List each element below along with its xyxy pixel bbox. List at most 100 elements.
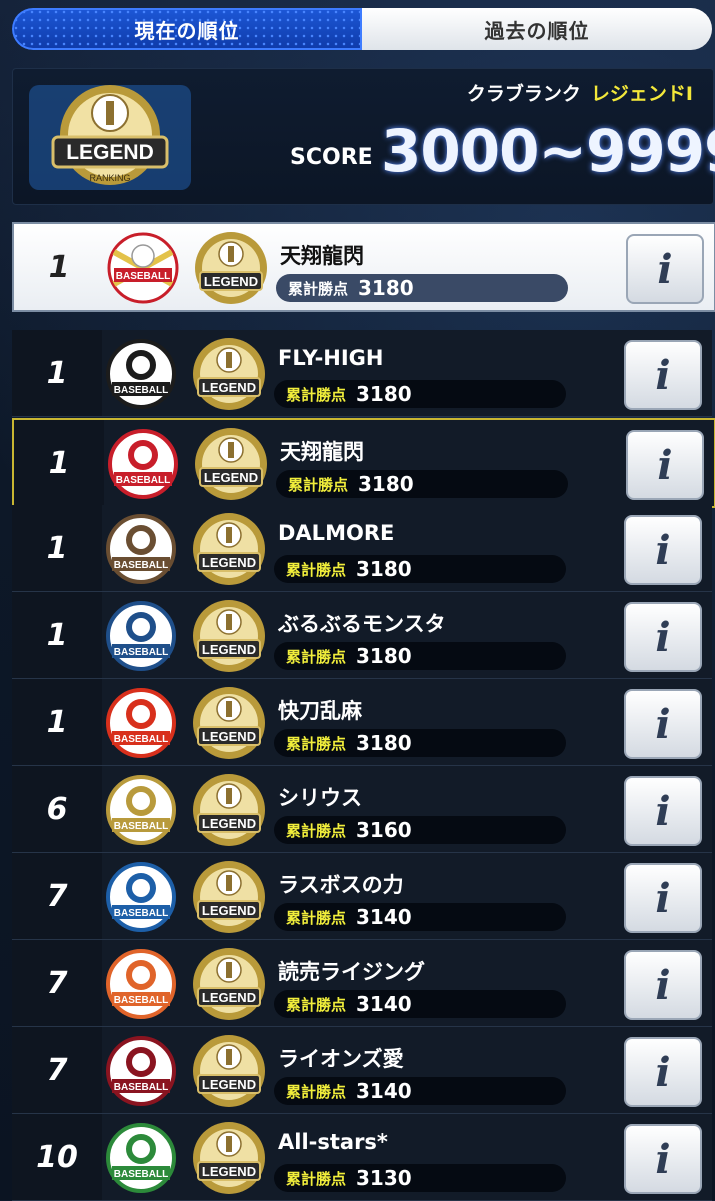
team-name: DALMORE xyxy=(278,521,395,545)
logo-text: BASEBALL xyxy=(114,385,168,396)
team-name: 快刀乱麻 xyxy=(278,699,362,723)
legend-badge-icon: LEGEND xyxy=(193,687,265,759)
points-bar: 累計勝点 3160 xyxy=(274,816,566,844)
emblem-text: LEGEND xyxy=(66,141,154,164)
emblem-sub-text: RANKING xyxy=(89,173,130,183)
legend-badge-icon: LEGEND xyxy=(193,861,265,933)
score-range: 3000~9999 xyxy=(381,117,715,185)
tab-current-rank[interactable]: 現在の順位 xyxy=(12,8,362,50)
info-button[interactable]: i xyxy=(624,950,702,1020)
info-button[interactable]: i xyxy=(624,340,702,410)
points-label: 累計勝点 xyxy=(286,908,347,927)
info-icon: i xyxy=(655,1048,671,1096)
badge-text: LEGEND xyxy=(204,470,258,485)
points-label: 累計勝点 xyxy=(286,1082,347,1101)
club-logo-icon: BASEBALL xyxy=(108,429,178,499)
tab-past-rank[interactable]: 過去の順位 xyxy=(362,8,712,50)
logo-text: BASEBALL xyxy=(116,271,170,282)
badge-text: LEGEND xyxy=(202,1077,256,1092)
ranking-row: 7 BASEBALL LEGEND ラスボスの力 累計勝点 3140 i xyxy=(12,853,712,940)
logo-text: BASEBALL xyxy=(114,995,168,1006)
ranking-row: 10 BASEBALL LEGEND All-stars* 累計勝点 3130 … xyxy=(12,1114,712,1201)
badge-text: LEGEND xyxy=(202,903,256,918)
club-rank-value: レジェンドⅠ xyxy=(590,83,693,105)
info-button[interactable]: i xyxy=(624,1124,702,1194)
logo-text: BASEBALL xyxy=(114,1082,168,1093)
points-value: 3180 xyxy=(356,731,412,755)
points-bar: 累計勝点 3180 xyxy=(274,729,566,757)
info-button[interactable]: i xyxy=(624,863,702,933)
legend-badge-icon: LEGEND xyxy=(193,1035,265,1107)
points-value: 3130 xyxy=(356,1166,412,1190)
info-button[interactable]: i xyxy=(624,689,702,759)
legend-badge-icon: LEGEND xyxy=(195,428,267,500)
logo-text: BASEBALL xyxy=(114,734,168,745)
my-club-row: 1 BASEBALL LEGEND 天翔龍閃 累計勝点 3180 i xyxy=(12,222,715,312)
badge-text: LEGEND xyxy=(202,729,256,744)
club-rank-header: LEGEND RANKING クラブランク レジェンドⅠ SCORE 3000~9… xyxy=(12,68,715,205)
points-bar: 累計勝点 3180 xyxy=(274,642,566,670)
legend-badge-icon: LEGEND xyxy=(193,774,265,846)
info-icon: i xyxy=(655,351,671,399)
info-button[interactable]: i xyxy=(626,234,704,304)
info-button[interactable]: i xyxy=(624,602,702,672)
team-name: FLY-HIGH xyxy=(278,346,384,370)
points-label: 累計勝点 xyxy=(288,279,349,298)
club-logo-icon: BASEBALL xyxy=(106,514,176,584)
points-value: 3180 xyxy=(356,557,412,581)
badge-text: LEGEND xyxy=(202,1164,256,1179)
points-label: 累計勝点 xyxy=(286,995,347,1014)
score-label: SCORE xyxy=(290,145,373,170)
points-value: 3160 xyxy=(356,818,412,842)
legend-badge-icon: LEGEND xyxy=(193,948,265,1020)
points-bar: 累計勝点 3140 xyxy=(274,903,566,931)
legend-badge-icon: LEGEND xyxy=(193,513,265,585)
info-icon: i xyxy=(655,787,671,835)
club-logo-icon: BASEBALL xyxy=(106,1036,176,1106)
club-logo-icon: BASEBALL xyxy=(106,339,176,409)
points-bar: 累計勝点 3180 xyxy=(276,274,568,302)
points-label: 累計勝点 xyxy=(286,385,347,404)
info-icon: i xyxy=(655,961,671,1009)
info-icon: i xyxy=(657,441,673,489)
points-bar: 累計勝点 3180 xyxy=(274,555,566,583)
badge-text: LEGEND xyxy=(202,380,256,395)
club-logo-icon: BASEBALL xyxy=(106,1123,176,1193)
ranking-row: 7 BASEBALL LEGEND 読売ライジング 累計勝点 3140 i xyxy=(12,940,712,1027)
club-rank-label: クラブランク xyxy=(466,83,581,105)
rank-number: 1 xyxy=(48,445,70,481)
club-logo-icon: BASEBALL xyxy=(106,688,176,758)
ranking-row: 1 BASEBALL LEGEND 天翔龍閃 累計勝点 3180 i xyxy=(12,418,715,508)
badge-text: LEGEND xyxy=(202,990,256,1005)
badge-text: LEGEND xyxy=(202,642,256,657)
info-icon: i xyxy=(655,874,671,922)
info-button[interactable]: i xyxy=(624,1037,702,1107)
club-logo-icon: BASEBALL xyxy=(106,775,176,845)
logo-text: BASEBALL xyxy=(114,560,168,571)
rank-number: 7 xyxy=(46,878,68,914)
ranking-row: 1 BASEBALL LEGEND 快刀乱麻 累計勝点 3180 i xyxy=(12,679,712,766)
info-button[interactable]: i xyxy=(624,515,702,585)
points-label: 累計勝点 xyxy=(286,560,347,579)
rank-number: 7 xyxy=(46,965,68,1001)
logo-text: BASEBALL xyxy=(114,1169,168,1180)
ranking-row: 1 BASEBALL LEGEND FLY-HIGH 累計勝点 3180 i xyxy=(12,330,712,417)
logo-text: BASEBALL xyxy=(116,475,170,486)
rank-number: 1 xyxy=(46,530,68,566)
points-label: 累計勝点 xyxy=(286,1169,347,1188)
ranking-row: 7 BASEBALL LEGEND ライオンズ愛 累計勝点 3140 i xyxy=(12,1027,712,1114)
points-label: 累計勝点 xyxy=(288,475,349,494)
points-bar: 累計勝点 3180 xyxy=(274,380,566,408)
info-button[interactable]: i xyxy=(626,430,704,500)
ranking-tabs: 現在の順位 過去の順位 xyxy=(12,8,712,50)
rank-number: 6 xyxy=(46,791,68,827)
info-icon: i xyxy=(655,1135,671,1183)
rank-number: 10 xyxy=(36,1139,78,1175)
points-value: 3180 xyxy=(358,472,414,496)
points-label: 累計勝点 xyxy=(286,734,347,753)
points-label: 累計勝点 xyxy=(286,821,347,840)
points-label: 累計勝点 xyxy=(286,647,347,666)
info-icon: i xyxy=(655,526,671,574)
team-name: ぶるぶるモンスタ xyxy=(278,612,446,636)
info-button[interactable]: i xyxy=(624,776,702,846)
